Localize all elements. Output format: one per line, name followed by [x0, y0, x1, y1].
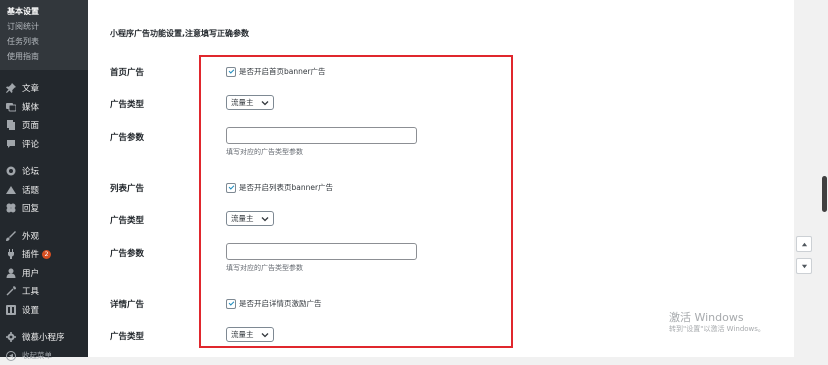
scroll-up-button[interactable] [796, 236, 812, 252]
home-ad-label: 首页广告 [110, 66, 144, 78]
collapse-label: 收起菜单 [22, 350, 52, 361]
menu-group-admin: 外观 插件 2 用户 工具 设置 [0, 227, 88, 320]
menu-label: 微慕小程序 [22, 331, 65, 343]
update-count-badge: 2 [42, 250, 51, 259]
collapse-menu-button[interactable]: ◀ 收起菜单 [0, 347, 88, 365]
plugin-icon [6, 249, 16, 259]
submenu-item-basic-settings[interactable]: 基本设置 [0, 4, 88, 19]
settings-panel: 小程序广告功能设置,注意填写正确参数 首页广告 是否开启首页banner广告 广… [88, 0, 794, 357]
menu-item-appearance[interactable]: 外观 [0, 227, 88, 246]
detail-ad-label: 详情广告 [110, 298, 144, 310]
list-ad-param-label: 广告参数 [110, 247, 144, 259]
menu-label: 话题 [22, 184, 39, 196]
scroll-down-button[interactable] [796, 258, 812, 274]
media-icon [6, 102, 16, 112]
watermark-subtitle: 转到"设置"以激活 Windows。 [669, 324, 765, 334]
menu-item-topics[interactable]: 话题 [0, 181, 88, 200]
right-gutter [794, 0, 820, 357]
forum-icon [6, 166, 16, 176]
menu-label: 设置 [22, 304, 39, 316]
menu-item-replies[interactable]: 回复 [0, 199, 88, 218]
menu-item-media[interactable]: 媒体 [0, 98, 88, 117]
menu-item-plugins[interactable]: 插件 2 [0, 245, 88, 264]
menu-label: 页面 [22, 119, 39, 131]
settings-icon [6, 305, 16, 315]
menu-label: 评论 [22, 138, 39, 150]
menu-item-posts[interactable]: 文章 [0, 79, 88, 98]
appearance-icon [6, 231, 16, 241]
menu-label: 工具 [22, 285, 39, 297]
menu-label: 文章 [22, 82, 39, 94]
user-icon [6, 268, 16, 278]
plugin-submenu: 基本设置 订阅统计 任务列表 使用指南 [0, 0, 88, 70]
menu-label: 媒体 [22, 101, 39, 113]
menu-item-pages[interactable]: 页面 [0, 116, 88, 135]
menu-label: 外观 [22, 230, 39, 242]
reply-icon [6, 203, 16, 213]
menu-label: 论坛 [22, 165, 39, 177]
list-ad-type-label: 广告类型 [110, 214, 144, 226]
menu-item-comments[interactable]: 评论 [0, 135, 88, 154]
menu-label: 回复 [22, 202, 39, 214]
menu-item-users[interactable]: 用户 [0, 264, 88, 283]
gear-icon [6, 332, 16, 342]
menu-label: 用户 [22, 267, 39, 279]
submenu-item-task-list[interactable]: 任务列表 [0, 34, 88, 49]
chevron-up-icon [801, 241, 808, 248]
watermark-title: 激活 Windows [669, 311, 765, 324]
section-title: 小程序广告功能设置,注意填写正确参数 [110, 28, 249, 39]
tools-icon [6, 286, 16, 296]
menu-item-miniprogram[interactable]: 微慕小程序 [0, 328, 88, 347]
comment-icon [6, 139, 16, 149]
menu-item-tools[interactable]: 工具 [0, 282, 88, 301]
windows-activation-watermark: 激活 Windows 转到"设置"以激活 Windows。 [669, 311, 765, 334]
menu-group-forum: 论坛 话题 回复 [0, 162, 88, 218]
menu-item-forums[interactable]: 论坛 [0, 162, 88, 181]
menu-item-settings[interactable]: 设置 [0, 301, 88, 320]
collapse-icon: ◀ [6, 351, 16, 361]
list-ad-label: 列表广告 [110, 182, 144, 194]
detail-ad-type-label: 广告类型 [110, 330, 144, 342]
submenu-item-subscription-stats[interactable]: 订阅统计 [0, 19, 88, 34]
topic-icon [6, 185, 16, 195]
submenu-item-guide[interactable]: 使用指南 [0, 49, 88, 64]
scrollbar-thumb[interactable] [822, 176, 827, 212]
menu-group-miniprogram: 微慕小程序 ◀ 收起菜单 [0, 328, 88, 365]
menu-label: 插件 [22, 248, 39, 260]
pin-icon [6, 83, 16, 93]
page-icon [6, 120, 16, 130]
highlight-box [199, 55, 513, 348]
chevron-down-icon [801, 263, 808, 270]
home-ad-type-label: 广告类型 [110, 98, 144, 110]
menu-group-content: 文章 媒体 页面 评论 [0, 79, 88, 153]
home-ad-param-label: 广告参数 [110, 131, 144, 143]
admin-sidebar: 基本设置 订阅统计 任务列表 使用指南 文章 媒体 页面 评论 论坛 话题 [0, 0, 88, 357]
